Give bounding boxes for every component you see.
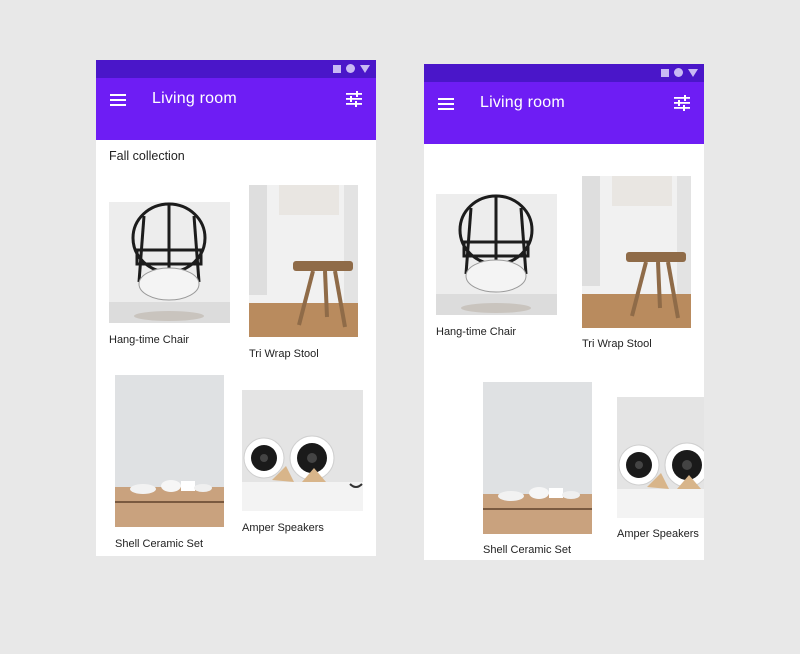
- phone-screen-1: Living room Fall collection Hang-time Ch…: [96, 60, 376, 556]
- hang-time-chair-image: [109, 202, 230, 323]
- app-bar: Living room Fall collection Hang-time Ch…: [96, 78, 376, 550]
- product-name: Tri Wrap Stool: [249, 348, 319, 360]
- tune-icon[interactable]: [346, 91, 362, 107]
- product-card-hang-time-chair[interactable]: Hang-time Chair: [436, 194, 557, 338]
- product-name: Tri Wrap Stool: [582, 338, 652, 350]
- product-name: Amper Speakers: [242, 522, 324, 534]
- product-name: Shell Ceramic Set: [115, 538, 204, 550]
- product-name: Hang-time Chair: [109, 334, 190, 346]
- hang-time-chair-image: [436, 194, 557, 315]
- product-card-tri-wrap-stool[interactable]: Tri Wrap Stool: [582, 176, 691, 350]
- product-card-shell-ceramic-set[interactable]: Shell Ceramic Set: [483, 382, 592, 556]
- product-name: Amper Speakers: [617, 528, 699, 540]
- app-bar: Living room Hang-time Chair Tri Wrap Sto…: [424, 82, 704, 556]
- product-name: Hang-time Chair: [436, 326, 517, 338]
- menu-icon[interactable]: [110, 94, 126, 106]
- shell-ceramic-set-image: [483, 382, 592, 534]
- tri-wrap-stool-image: [582, 176, 691, 328]
- signal-triangle-icon: [688, 68, 698, 77]
- product-card-amper-speakers[interactable]: Amper Speakers: [242, 390, 363, 534]
- circle-status-icon: [674, 68, 683, 77]
- tune-icon[interactable]: [674, 95, 690, 111]
- product-card-hang-time-chair[interactable]: Hang-time Chair: [109, 202, 230, 346]
- square-status-icon: [333, 64, 341, 73]
- phone-screen-2: Living room Hang-time Chair Tri Wrap Sto…: [424, 64, 704, 560]
- signal-triangle-icon: [360, 64, 370, 73]
- app-bar-title: Living room: [480, 94, 565, 111]
- product-card-amper-speakers[interactable]: Amper Speakers: [617, 397, 704, 540]
- product-card-shell-ceramic-set[interactable]: Shell Ceramic Set: [115, 375, 224, 550]
- section-title: Fall collection: [109, 149, 185, 163]
- status-bar: [424, 64, 704, 82]
- product-card-tri-wrap-stool[interactable]: Tri Wrap Stool: [249, 185, 358, 360]
- app-bar-title: Living room: [152, 90, 237, 107]
- product-name: Shell Ceramic Set: [483, 544, 572, 556]
- menu-icon[interactable]: [438, 98, 454, 110]
- tri-wrap-stool-image: [249, 185, 358, 337]
- square-status-icon: [661, 68, 669, 77]
- circle-status-icon: [346, 64, 355, 73]
- status-bar: [96, 60, 376, 78]
- shell-ceramic-set-image: [115, 375, 224, 527]
- amper-speakers-image: [617, 397, 704, 518]
- amper-speakers-image: [242, 390, 363, 511]
